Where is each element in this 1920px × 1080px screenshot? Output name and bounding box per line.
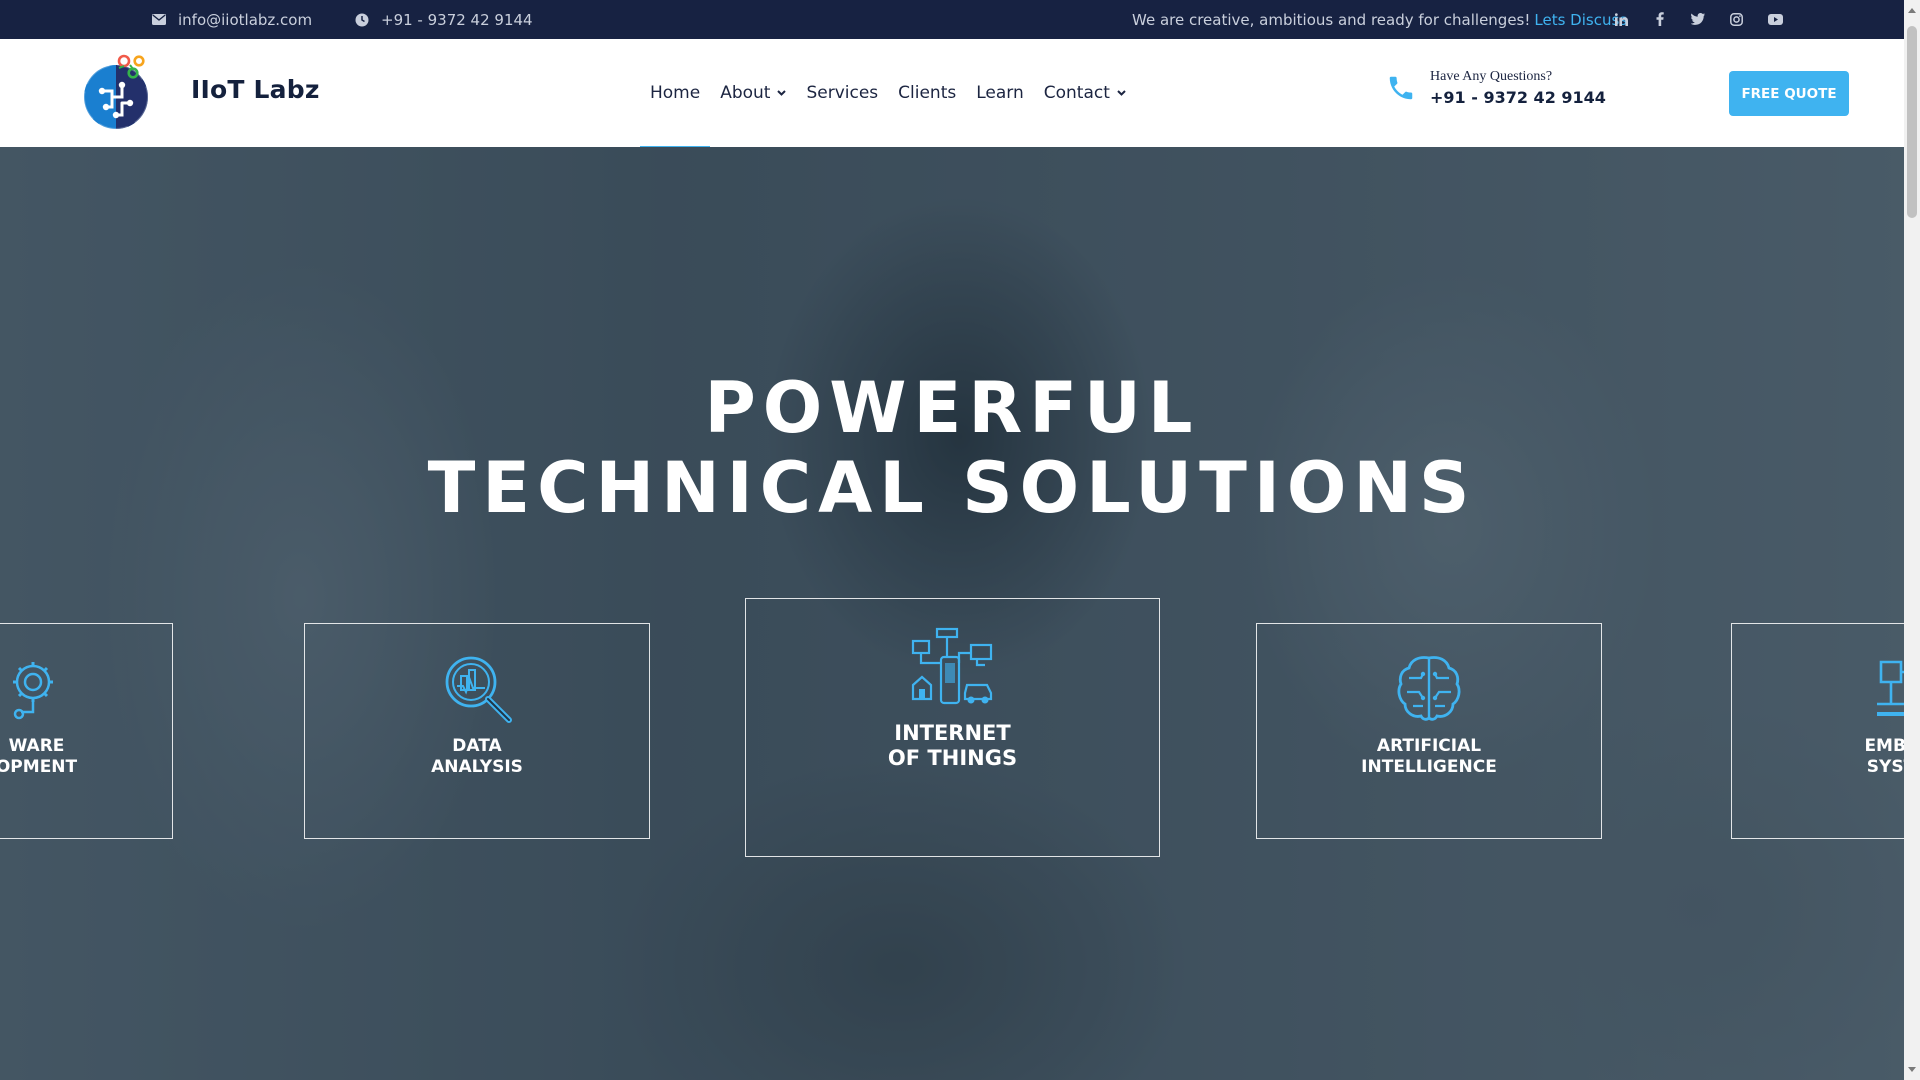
facebook-icon[interactable]: [1651, 10, 1669, 28]
service-card-label-line1: DATA: [452, 736, 502, 756]
service-card-label-line2: INTELLIGENCE: [1361, 757, 1497, 777]
service-card-label-line2: OF THINGS: [887, 746, 1018, 770]
nav-services-label: Services: [806, 83, 879, 103]
service-card-label-line2: OPMENT: [0, 757, 78, 777]
nav-home[interactable]: Home: [640, 39, 711, 149]
page-scrollbar[interactable]: [1904, 0, 1920, 1080]
top-bar: info@iiotlabz.com +91 - 9372 42 9144 We …: [0, 0, 1904, 39]
iiot-labz-logo[interactable]: [78, 51, 150, 135]
topbar-phone[interactable]: +91 - 9372 42 9144: [355, 0, 533, 39]
circuit-icon: [1877, 660, 1904, 716]
service-card-label-line2: ANALYSIS: [431, 757, 523, 777]
twitter-icon[interactable]: [1689, 10, 1707, 28]
main-nav: Home About Services Clients Learn Contac…: [640, 39, 1136, 149]
service-card-data-analysis[interactable]: DATA ANALYSIS: [304, 623, 650, 839]
nav-services[interactable]: Services: [796, 39, 888, 147]
service-card-label-line1: ARTIFICIAL: [1376, 736, 1482, 756]
service-card-internet-of-things[interactable]: INTERNET OF THINGS: [745, 598, 1160, 857]
clock-icon: [355, 13, 369, 26]
envelope-icon: [152, 14, 166, 25]
service-card-label-line2: SYST: [1866, 757, 1904, 777]
have-questions-label: Have Any Questions?: [1430, 69, 1553, 84]
site-header: IIoT Labz Home About Services Clients Le…: [0, 39, 1904, 149]
service-card-label-line1: INTERNET: [894, 721, 1011, 745]
phone-icon: [1389, 76, 1413, 100]
nav-clients[interactable]: Clients: [888, 39, 966, 147]
header-contact[interactable]: Have Any Questions? +91 - 9372 42 9144: [1386, 69, 1606, 107]
chevron-down-icon: [1117, 90, 1126, 96]
nav-clients-label: Clients: [898, 83, 957, 103]
brain-icon: [1397, 656, 1461, 721]
nav-contact[interactable]: Contact: [1034, 39, 1136, 147]
service-card-software-development[interactable]: WARE OPMENT: [0, 623, 173, 839]
nav-learn-label: Learn: [976, 83, 1024, 103]
nav-learn[interactable]: Learn: [966, 39, 1034, 147]
chevron-down-icon: [777, 90, 787, 96]
topbar-phone-text: +91 - 9372 42 9144: [381, 10, 533, 29]
header-phone-number: +91 - 9372 42 9144: [1430, 88, 1606, 107]
scrollbar-thumb[interactable]: [1907, 26, 1917, 218]
instagram-icon[interactable]: [1727, 10, 1745, 28]
free-quote-button[interactable]: FREE QUOTE: [1729, 71, 1849, 116]
gear-chip-icon: [12, 662, 53, 720]
topbar-email[interactable]: info@iiotlabz.com: [152, 0, 312, 39]
linkedin-icon[interactable]: [1612, 10, 1630, 28]
brand-name[interactable]: IIoT Labz: [191, 75, 320, 104]
hero-title-line2: TECHNICAL SOLUTIONS: [427, 447, 1477, 529]
youtube-icon[interactable]: [1766, 10, 1784, 28]
nav-about-label: About: [720, 83, 771, 103]
topbar-tagline: We are creative, ambitious and ready for…: [1132, 0, 1627, 39]
hero-title-line1: POWERFUL: [704, 367, 1200, 449]
nav-about[interactable]: About: [710, 39, 796, 147]
nav-home-label: Home: [650, 83, 701, 103]
scroll-down-arrow-icon[interactable]: [1908, 1067, 1916, 1072]
tagline-text: We are creative, ambitious and ready for…: [1132, 10, 1531, 29]
service-card-embedded-systems[interactable]: EMBE SYST: [1731, 623, 1904, 839]
topbar-email-text: info@iiotlabz.com: [178, 10, 313, 29]
iot-devices-icon: [911, 627, 992, 705]
service-card-label-line1: EMBE: [1864, 736, 1904, 756]
nav-contact-label: Contact: [1043, 83, 1110, 103]
scroll-up-arrow-icon[interactable]: [1908, 8, 1916, 13]
service-card-artificial-intelligence[interactable]: ARTIFICIAL INTELLIGENCE: [1256, 623, 1602, 839]
service-card-label-line1: WARE: [8, 736, 65, 756]
hero-section: POWERFUL TECHNICAL SOLUTIONS WARE OPMENT…: [0, 147, 1904, 1080]
data-analysis-icon: [445, 656, 512, 723]
